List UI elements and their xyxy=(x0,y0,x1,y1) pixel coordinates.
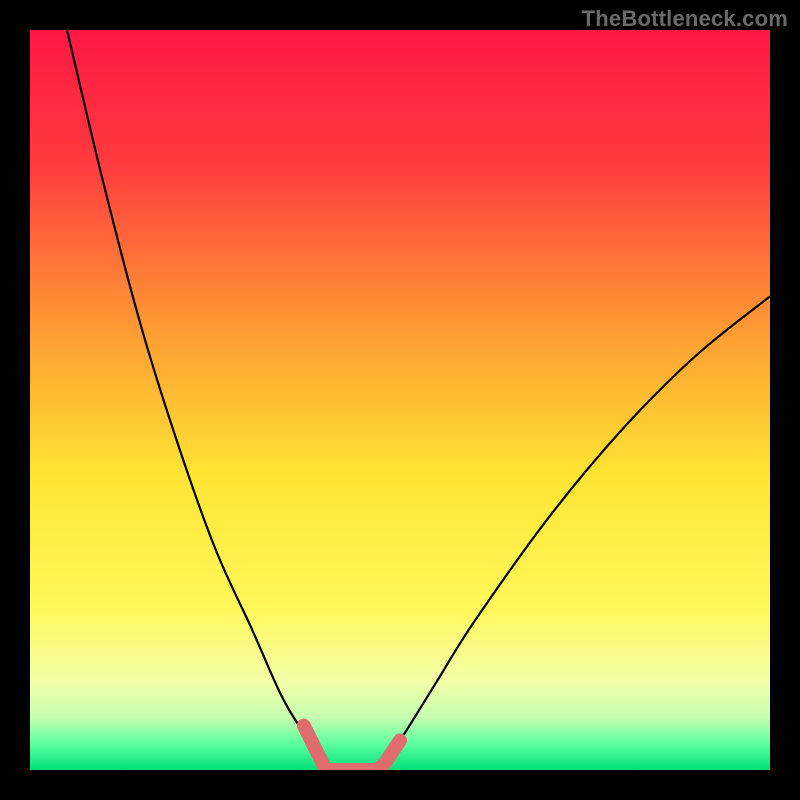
chart-svg xyxy=(30,30,770,770)
gradient-background xyxy=(30,30,770,770)
plot-area xyxy=(30,30,770,770)
chart-frame: TheBottleneck.com xyxy=(0,0,800,800)
watermark-text: TheBottleneck.com xyxy=(582,6,788,32)
